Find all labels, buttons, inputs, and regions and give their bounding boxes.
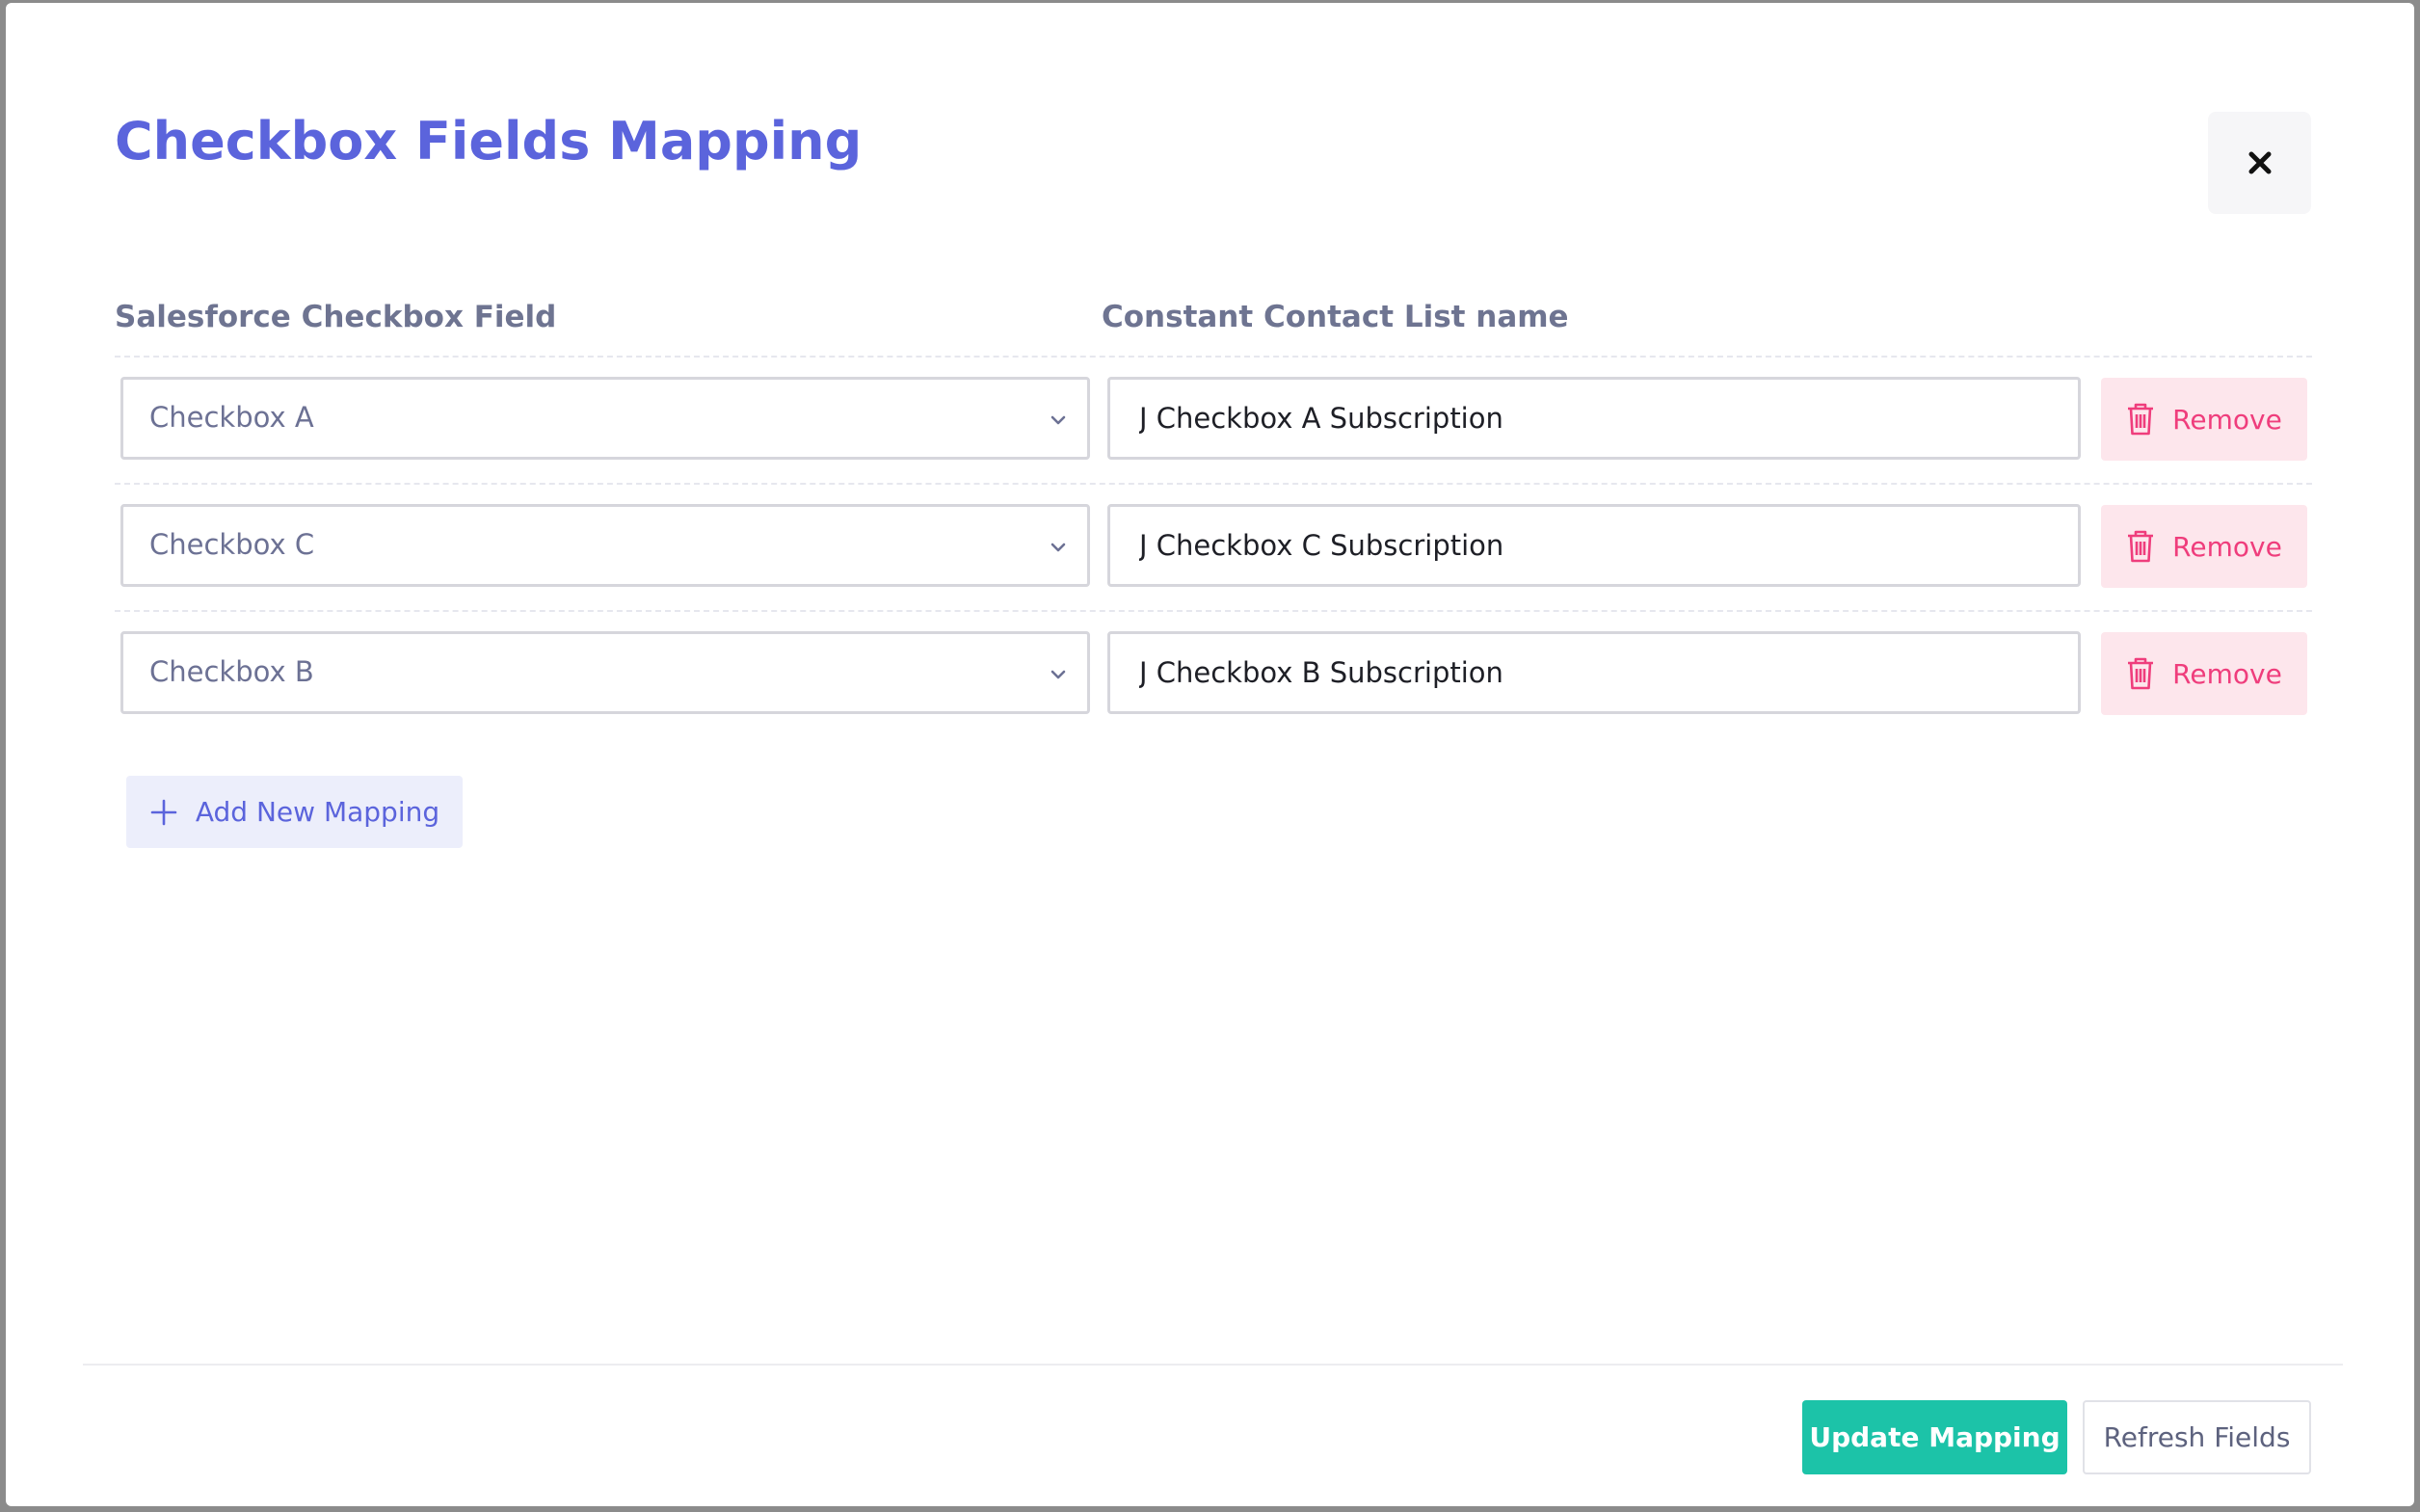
trash-icon <box>2128 530 2154 563</box>
mapping-row: Checkbox A Remove <box>115 377 2312 464</box>
mapping-row: Checkbox B Remove <box>115 631 2312 718</box>
add-new-mapping-button[interactable]: Add New Mapping <box>126 776 463 848</box>
remove-label: Remove <box>2172 403 2282 436</box>
row-divider <box>115 356 2312 358</box>
remove-button[interactable]: Remove <box>2101 378 2307 461</box>
column-header-salesforce-field: Salesforce Checkbox Field <box>115 300 557 334</box>
refresh-fields-button[interactable]: Refresh Fields <box>2083 1400 2311 1474</box>
list-name-input[interactable] <box>1107 377 2081 460</box>
trash-icon <box>2128 657 2154 690</box>
list-name-input[interactable] <box>1107 504 2081 587</box>
salesforce-field-select[interactable]: Checkbox C <box>120 504 1090 587</box>
list-name-input[interactable] <box>1107 631 2081 714</box>
mapping-row: Checkbox C Remove <box>115 504 2312 591</box>
remove-label: Remove <box>2172 657 2282 690</box>
close-icon <box>2248 151 2271 174</box>
update-mapping-button[interactable]: Update Mapping <box>1802 1400 2067 1474</box>
row-divider <box>115 610 2312 612</box>
select-value: Checkbox C <box>149 528 315 561</box>
chevron-down-icon <box>1050 670 1066 679</box>
modal-title: Checkbox Fields Mapping <box>115 111 863 172</box>
close-button[interactable] <box>2208 112 2311 214</box>
chevron-down-icon <box>1050 543 1066 552</box>
remove-button[interactable]: Remove <box>2101 632 2307 715</box>
footer-divider <box>83 1364 2343 1366</box>
salesforce-field-select[interactable]: Checkbox A <box>120 377 1090 460</box>
salesforce-field-select[interactable]: Checkbox B <box>120 631 1090 714</box>
column-header-list-name: Constant Contact List name <box>1102 300 1569 334</box>
add-new-mapping-label: Add New Mapping <box>195 796 440 828</box>
checkbox-mapping-modal: Checkbox Fields Mapping Salesforce Check… <box>6 3 2414 1506</box>
select-value: Checkbox A <box>149 401 314 434</box>
remove-button[interactable]: Remove <box>2101 505 2307 588</box>
plus-icon <box>150 799 177 825</box>
trash-icon <box>2128 403 2154 436</box>
chevron-down-icon <box>1050 415 1066 425</box>
remove-label: Remove <box>2172 530 2282 563</box>
row-divider <box>115 483 2312 485</box>
select-value: Checkbox B <box>149 655 314 688</box>
